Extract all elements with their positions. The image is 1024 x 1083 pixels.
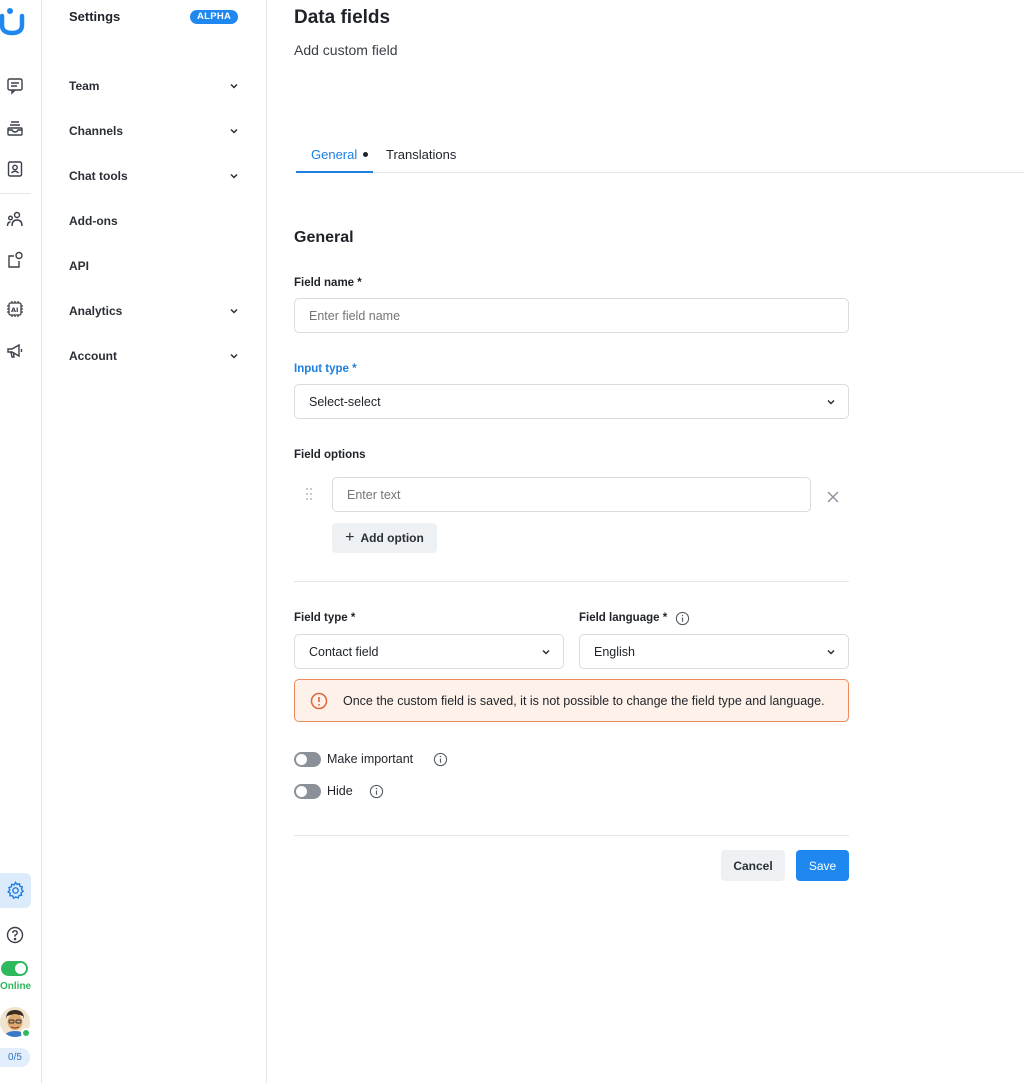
make-important-toggle[interactable] [294,752,321,767]
chevron-down-icon [827,399,835,405]
online-status-toggle[interactable] [1,961,28,976]
unsaved-dot [363,152,369,157]
info-icon[interactable] [675,611,690,626]
sidebar-item-channels[interactable]: Channels [69,120,239,142]
page-title: Data fields [294,7,391,28]
sidebar-item-analytics[interactable]: Analytics [69,300,239,322]
sidebar-item-label: Account [69,349,117,363]
main-content: Data fields Add custom field General Tra… [267,0,1024,1083]
sidebar-item-api[interactable]: API [69,255,239,277]
tab-label: General [311,147,358,162]
chevron-down-icon [230,353,238,359]
make-important-label: Make important [327,752,414,766]
online-status-label: Online [0,981,32,992]
field-language-label: Field language * [579,612,668,624]
contacts-icon[interactable] [4,158,26,180]
rail-divider [0,193,31,194]
field-language-select[interactable]: English [579,634,849,669]
sidebar-title: Settings [69,9,121,24]
sidebar-item-add-ons[interactable]: Add-ons [69,210,239,232]
warning-banner: Once the custom field is saved, it is no… [294,679,849,722]
sidebar-item-label: Add-ons [69,214,118,228]
inbox-icon[interactable] [4,117,26,139]
section-title: General [294,229,354,246]
field-name-input[interactable] [294,298,849,333]
sidebar-item-label: Team [69,79,100,93]
chevron-down-icon [230,128,238,134]
app-root: AI Online 0/5 Settings ALPHA Team Channe… [0,0,1024,1083]
tab-translations[interactable]: Translations [386,147,456,173]
chevron-down-icon [542,649,550,655]
option-text-input[interactable] [332,477,811,512]
divider [294,581,849,582]
team-icon[interactable] [4,208,26,230]
info-icon[interactable] [369,784,384,799]
chat-icon[interactable] [4,75,26,97]
ai-icon[interactable]: AI [4,298,26,320]
svg-text:AI: AI [11,306,18,314]
integrations-icon[interactable] [4,249,26,271]
sidebar-item-account[interactable]: Account [69,345,239,367]
icon-rail: AI Online 0/5 [0,0,42,1083]
sidebar-item-label: Analytics [69,304,123,318]
field-type-value: Contact field [309,644,379,659]
tab-label: Translations [386,147,457,162]
field-type-label: Field type * [294,612,356,624]
sidebar-item-chat-tools[interactable]: Chat tools [69,165,239,187]
close-icon[interactable] [826,490,840,504]
input-type-value: Select-select [309,394,381,409]
sidebar-item-label: API [69,259,90,273]
cancel-button[interactable]: Cancel [721,850,785,881]
sidebar-item-label: Chat tools [69,169,128,183]
add-option-button[interactable]: + Add option [332,523,437,553]
input-type-label: Input type * [294,363,357,375]
save-button[interactable]: Save [796,850,849,881]
warning-icon [310,692,328,709]
online-indicator [21,1028,31,1038]
field-type-select[interactable]: Contact field [294,634,564,669]
divider [294,835,849,836]
settings-icon[interactable] [0,873,31,908]
campaigns-icon[interactable] [4,340,26,362]
chevron-down-icon [827,649,835,655]
tab-general[interactable]: General [296,147,373,173]
plus-icon: + [345,529,355,546]
drag-handle-icon[interactable] [305,487,313,501]
hide-label: Hide [327,784,353,798]
field-name-label: Field name * [294,277,362,289]
help-icon[interactable] [4,924,26,946]
chat-counter-badge: 0/5 [0,1048,30,1067]
input-type-select[interactable]: Select-select [294,384,849,419]
chevron-down-icon [230,308,238,314]
field-options-label: Field options [294,449,366,461]
logo-icon[interactable] [0,6,26,36]
chevron-down-icon [230,173,238,179]
tab-bar: General Translations [296,142,1024,173]
field-language-value: English [594,644,635,659]
sidebar-item-label: Channels [69,124,124,138]
info-icon[interactable] [433,752,448,767]
settings-sidebar: Settings ALPHA Team Channels Chat tools … [42,0,267,1083]
sidebar-item-team[interactable]: Team [69,75,239,97]
hide-toggle[interactable] [294,784,321,799]
alpha-badge: ALPHA [190,10,239,24]
page-subtitle: Add custom field [294,42,398,58]
add-option-label: Add option [360,531,424,545]
chevron-down-icon [230,83,238,89]
warning-text: Once the custom field is saved, it is no… [343,693,825,708]
